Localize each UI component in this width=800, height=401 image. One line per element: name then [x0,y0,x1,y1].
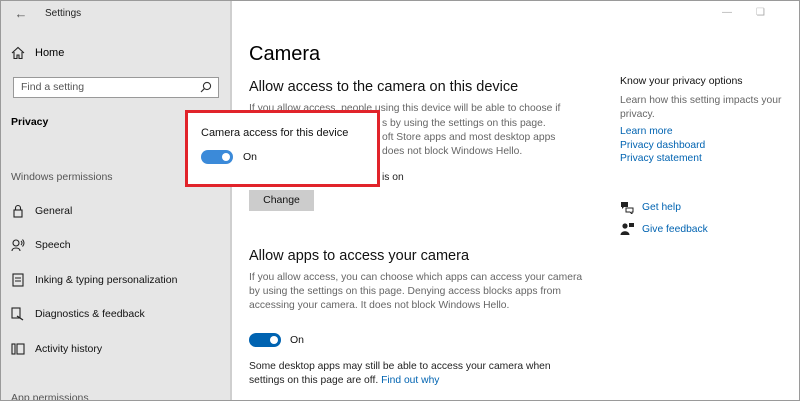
apps-camera-toggle-label: On [290,334,305,346]
section1-line: does not block Windows Hello. [382,146,523,157]
sidebar-item-label: Inking & typing personalization [35,274,178,286]
feedback-person-icon [620,222,634,236]
minimize-icon[interactable]: — [722,7,732,18]
sidebar-active-section: Privacy [11,116,49,128]
section2-heading: Allow apps to access your camera [249,248,470,264]
device-access-status: is on [382,172,404,183]
section2-line: by using the settings on this page. Deny… [249,286,561,297]
desktop-note-line2: settings on this page are off. Find out … [249,374,439,389]
diagnostics-icon [11,307,25,321]
sidebar-item-diagnostics[interactable]: Diagnostics & feedback [11,307,145,321]
app-permissions-heading: App permissions [11,392,89,401]
desktop-note-line: Some desktop apps may still be able to a… [249,361,551,372]
privacy-options-title: Know your privacy options [620,75,743,87]
section1-line: s by using the settings on this page. [382,118,546,129]
find-out-why-link[interactable]: Find out why [381,375,439,386]
sidebar-item-label: Activity history [35,343,103,355]
sidebar-item-home[interactable]: Home [11,46,64,60]
apps-camera-toggle[interactable] [249,333,281,347]
sidebar-item-speech[interactable]: Speech [11,238,71,252]
inking-icon [11,273,25,287]
get-help-label: Get help [642,201,681,213]
sidebar-item-activity-history[interactable]: Activity history [11,342,102,356]
camera-access-toggle-label: On [243,151,258,163]
learn-more-link[interactable]: Learn more [620,126,673,137]
help-chat-icon [620,200,634,216]
speech-icon [11,238,25,252]
change-button[interactable]: Change [249,190,314,211]
search-placeholder: Find a setting [21,81,85,93]
title-bar: ← Settings [1,1,232,27]
sidebar-item-label: Diagnostics & feedback [35,308,145,320]
lock-icon [11,204,25,218]
back-arrow-icon[interactable]: ← [13,6,29,21]
camera-access-highlight: Camera access for this device On [185,110,380,187]
camera-access-toggle[interactable] [201,150,233,164]
search-icon[interactable] [200,81,212,93]
camera-access-title: Camera access for this device [201,127,349,139]
home-label: Home [35,47,65,59]
give-feedback-label: Give feedback [642,223,708,235]
page-title: Camera [249,43,321,65]
give-feedback-link[interactable]: Give feedback [620,222,708,236]
sidebar-item-general[interactable]: General [11,204,72,218]
section1-line: oft Store apps and most desktop apps [382,132,556,143]
section2-line: accessing your camera. It does not block… [249,300,510,311]
main-content: — ❏ Camera Allow access to the camera on… [232,1,799,400]
sidebar-item-label: General [35,205,73,217]
home-icon [11,46,25,60]
section2-line: If you allow access, you can choose whic… [249,272,583,283]
activity-icon [11,342,25,356]
settings-window: ← Settings Home Find a setting Privacy W… [0,0,800,401]
get-help-link[interactable]: Get help [620,200,681,216]
privacy-options-description: Learn how this setting impacts your priv… [620,95,782,120]
sidebar: ← Settings Home Find a setting Privacy W… [1,1,232,401]
search-input[interactable]: Find a setting [13,77,219,98]
section1-heading: Allow access to the camera on this devic… [249,79,519,95]
maximize-icon[interactable]: ❏ [756,7,765,18]
sidebar-item-inking[interactable]: Inking & typing personalization [11,273,177,287]
sidebar-item-label: Speech [35,239,71,251]
privacy-dashboard-link[interactable]: Privacy dashboard [620,140,705,151]
window-title: Settings [45,8,82,19]
privacy-statement-link[interactable]: Privacy statement [620,153,702,164]
desktop-note-text: settings on this page are off. [249,375,379,386]
windows-permissions-heading: Windows permissions [11,171,113,183]
